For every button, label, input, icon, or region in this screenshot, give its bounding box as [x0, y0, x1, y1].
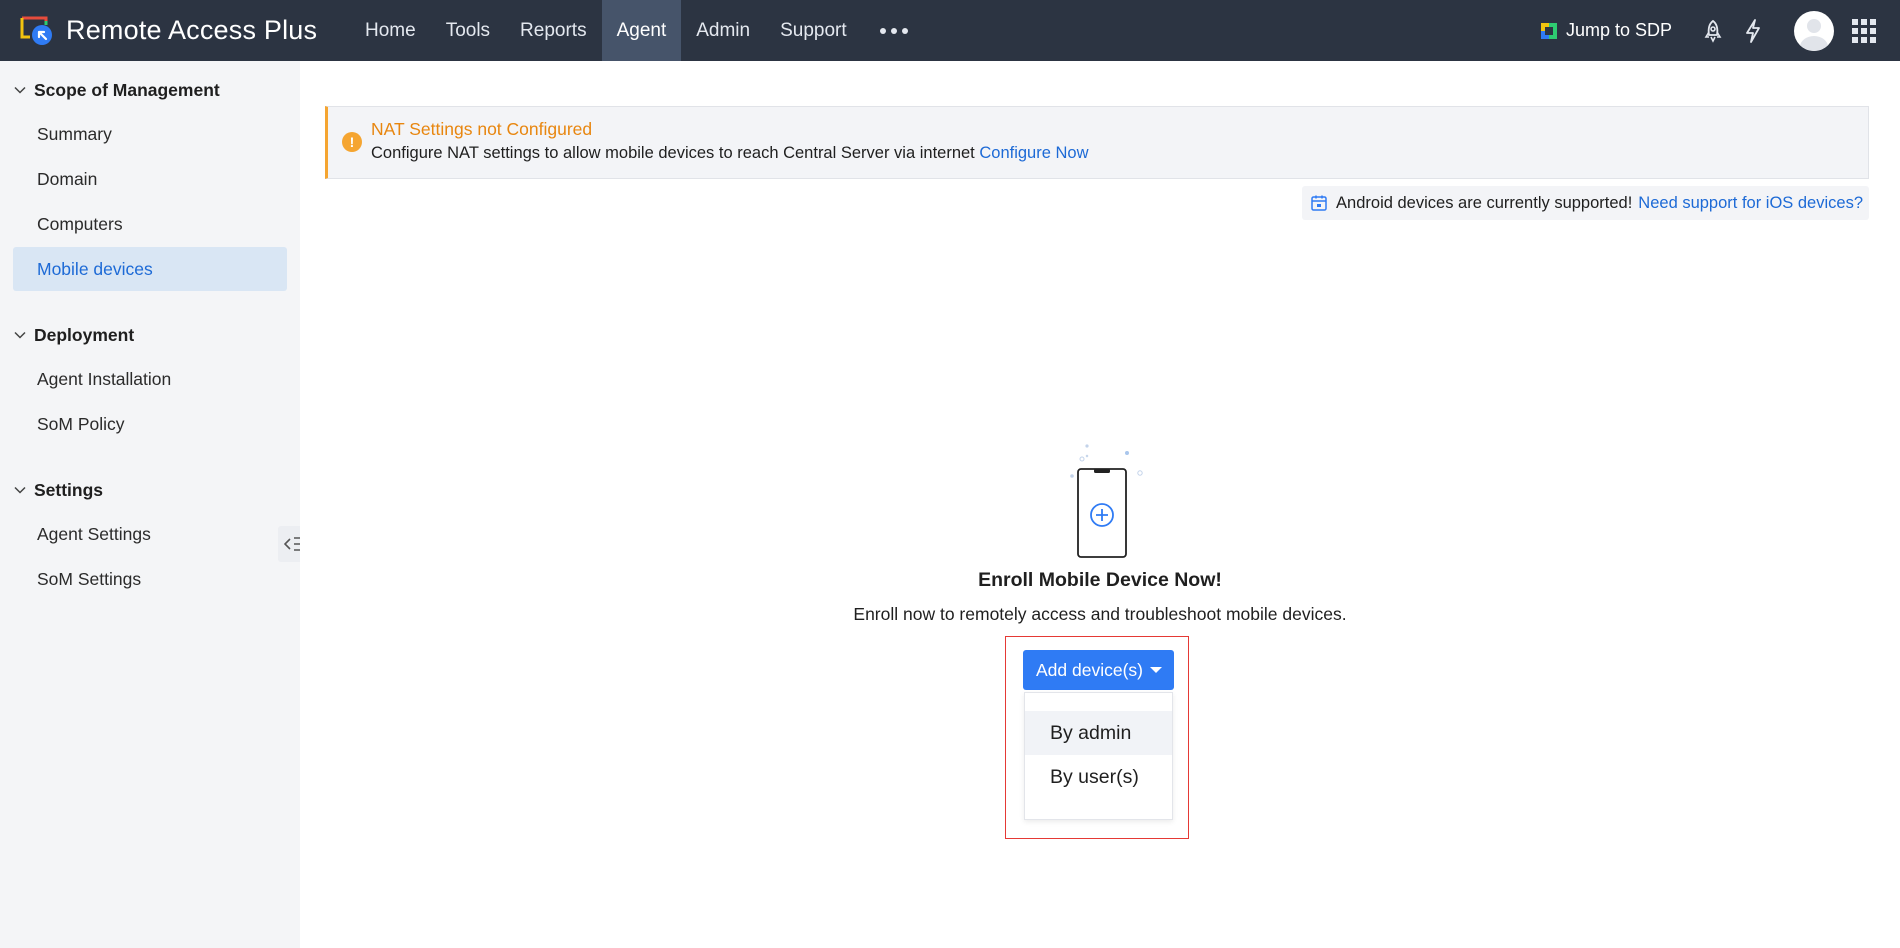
apps-grid-icon[interactable] — [1852, 18, 1876, 43]
caret-down-icon — [1150, 667, 1162, 673]
empty-state-title: Enroll Mobile Device Now! — [978, 569, 1222, 591]
calendar-icon — [1311, 195, 1327, 211]
banner-title: NAT Settings not Configured — [371, 119, 593, 139]
sidebar-item-agent-settings[interactable]: Agent Settings — [13, 512, 287, 556]
more-menu-icon[interactable] — [862, 0, 926, 61]
topbar-actions: Jump to SDP — [1539, 0, 1900, 61]
add-devices-button[interactable]: Add device(s) — [1023, 650, 1174, 690]
add-devices-label: Add device(s) — [1036, 659, 1143, 680]
nav-admin[interactable]: Admin — [681, 0, 765, 61]
warning-icon: ! — [342, 132, 362, 152]
remote-access-logo-icon — [20, 15, 56, 47]
rocket-icon[interactable] — [1700, 18, 1726, 44]
sidebar-section-scope[interactable]: Scope of Management — [0, 69, 300, 111]
sidebar-section-deployment[interactable]: Deployment — [0, 314, 300, 356]
brand[interactable]: Remote Access Plus — [0, 15, 350, 47]
nat-warning-banner: ! NAT Settings not Configured Configure … — [325, 106, 1869, 179]
nav-reports[interactable]: Reports — [505, 0, 602, 61]
sidebar-item-mobile-devices[interactable]: Mobile devices — [13, 247, 287, 291]
lightning-icon[interactable] — [1740, 18, 1766, 44]
sidebar-item-summary[interactable]: Summary — [13, 112, 287, 156]
sidebar-item-som-settings[interactable]: SoM Settings — [13, 557, 287, 601]
sidebar-section-settings[interactable]: Settings — [0, 469, 300, 511]
sidebar-item-computers[interactable]: Computers — [13, 202, 287, 246]
nav-support[interactable]: Support — [765, 0, 862, 61]
sidebar-item-agent-installation[interactable]: Agent Installation — [13, 357, 287, 401]
jump-to-sdp-link[interactable]: Jump to SDP — [1539, 20, 1672, 41]
chevron-down-icon — [14, 486, 26, 494]
chevron-down-icon — [14, 86, 26, 94]
sidebar-item-domain[interactable]: Domain — [13, 157, 287, 201]
nav-home[interactable]: Home — [350, 0, 431, 61]
sidebar-item-som-policy[interactable]: SoM Policy — [13, 402, 287, 446]
sidebar: Scope of Management Summary Domain Compu… — [0, 61, 300, 948]
banner-description: Configure NAT settings to allow mobile d… — [371, 144, 1089, 163]
app-title: Remote Access Plus — [66, 15, 318, 45]
mobile-device-illustration-icon — [1070, 444, 1143, 558]
main-content: ! NAT Settings not Configured Configure … — [300, 61, 1900, 948]
configure-now-link[interactable]: Configure Now — [979, 144, 1088, 162]
add-devices-dropdown: By admin By user(s) — [1024, 692, 1173, 820]
option-by-users[interactable]: By user(s) — [1025, 755, 1172, 799]
platform-support-note: Android devices are currently supported!… — [1302, 186, 1869, 220]
android-support-text: Android devices are currently supported! — [1336, 193, 1633, 212]
top-navigation-bar: Remote Access Plus Home Tools Reports Ag… — [0, 0, 1900, 61]
section-title: Scope of Management — [34, 79, 220, 100]
jump-to-sdp-label: Jump to SDP — [1565, 20, 1672, 40]
main-nav: Home Tools Reports Agent Admin Support — [350, 0, 926, 61]
empty-state-description: Enroll now to remotely access and troubl… — [853, 604, 1347, 624]
nav-tools[interactable]: Tools — [431, 0, 505, 61]
ios-support-link[interactable]: Need support for iOS devices? — [1638, 194, 1863, 213]
sdp-icon — [1540, 22, 1557, 39]
nav-agent[interactable]: Agent — [601, 0, 682, 61]
user-avatar[interactable] — [1794, 10, 1834, 51]
section-title: Settings — [34, 479, 104, 500]
banner-text: Configure NAT settings to allow mobile d… — [371, 144, 975, 162]
option-by-admin[interactable]: By admin — [1025, 711, 1172, 755]
chevron-down-icon — [14, 331, 26, 339]
section-title: Deployment — [34, 324, 135, 345]
